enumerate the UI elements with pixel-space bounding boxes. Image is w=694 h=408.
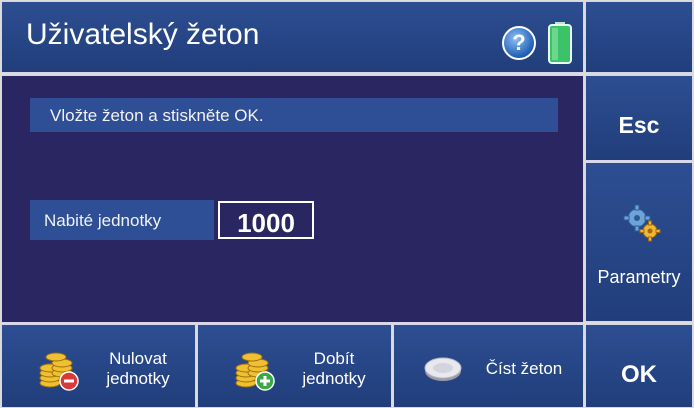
units-value-field: 1000 — [218, 201, 314, 239]
top-right-panel — [585, 1, 693, 73]
read-token-label: Číst žeton — [485, 359, 563, 378]
ok-button-label: OK — [621, 361, 657, 388]
charge-units-label-line1: Dobít — [313, 349, 355, 368]
help-icon[interactable]: ? — [502, 26, 536, 60]
message-bar: Vložte žeton a stiskněte OK. — [30, 98, 558, 132]
esc-button[interactable]: Esc — [585, 75, 693, 161]
coins-plus-icon — [235, 352, 275, 391]
page-title: Uživatelský žeton — [26, 18, 260, 51]
parameters-button[interactable]: Parametry — [585, 162, 693, 322]
ok-button[interactable]: OK — [585, 324, 693, 408]
charge-units-button[interactable]: Dobít jednotky — [197, 324, 392, 408]
token-icon — [424, 357, 462, 381]
main-panel: Vložte žeton a stiskněte OK. Nabité jedn… — [1, 75, 584, 323]
units-label: Nabité jednotky — [44, 211, 162, 230]
reset-units-label-line2: jednotky — [106, 369, 170, 388]
instruction-message: Vložte žeton a stiskněte OK. — [50, 106, 264, 125]
coins-minus-icon — [39, 352, 79, 391]
title-bar: Uživatelský žeton ? — [1, 1, 584, 73]
battery-icon — [548, 22, 572, 64]
units-value: 1000 — [237, 208, 295, 238]
reset-units-label-line1: Nulovat — [109, 349, 167, 368]
units-label-box: Nabité jednotky — [30, 200, 214, 240]
charge-units-label-line2: jednotky — [302, 369, 366, 388]
esc-button-label: Esc — [618, 112, 660, 138]
read-token-button[interactable]: Číst žeton — [393, 324, 584, 408]
gears-icon — [623, 204, 661, 242]
reset-units-button[interactable]: Nulovat jednotky — [1, 324, 196, 408]
parameters-button-label: Parametry — [597, 267, 681, 287]
